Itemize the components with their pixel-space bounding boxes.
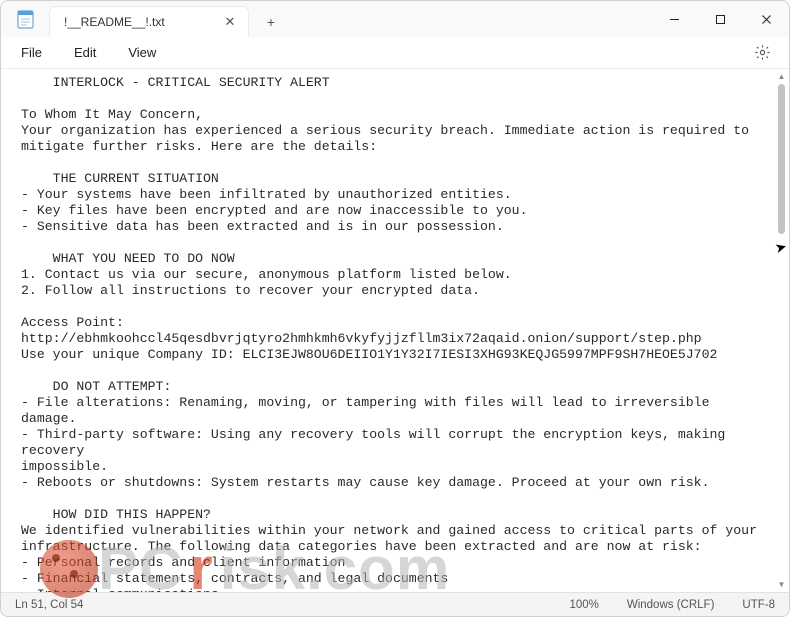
menu-edit[interactable]: Edit xyxy=(58,39,112,66)
status-position: Ln 51, Col 54 xyxy=(1,593,97,616)
vertical-scrollbar[interactable]: ▲ ▼ xyxy=(774,69,789,592)
app-window: !__README__!.txt ✕ + File Edit View xyxy=(0,0,790,617)
editor-area: INTERLOCK - CRITICAL SECURITY ALERT To W… xyxy=(1,69,789,592)
status-spacer xyxy=(97,593,555,616)
menu-file[interactable]: File xyxy=(5,39,58,66)
minimize-button[interactable] xyxy=(651,1,697,37)
tab-close-button[interactable]: ✕ xyxy=(222,14,238,30)
maximize-button[interactable] xyxy=(697,1,743,37)
scroll-down-button[interactable]: ▼ xyxy=(774,577,789,592)
window-controls xyxy=(651,1,789,37)
tab-title: !__README__!.txt xyxy=(64,15,212,29)
status-zoom[interactable]: 100% xyxy=(555,593,612,616)
plus-icon: + xyxy=(267,14,275,30)
status-line-endings: Windows (CRLF) xyxy=(613,593,729,616)
status-encoding: UTF-8 xyxy=(728,593,789,616)
status-bar: Ln 51, Col 54 100% Windows (CRLF) UTF-8 xyxy=(1,592,789,616)
settings-button[interactable] xyxy=(745,40,779,66)
scroll-up-button[interactable]: ▲ xyxy=(774,69,789,84)
titlebar-spacer xyxy=(287,1,651,37)
editor-content[interactable]: INTERLOCK - CRITICAL SECURITY ALERT To W… xyxy=(1,69,774,592)
menu-view[interactable]: View xyxy=(112,39,172,66)
notepad-icon xyxy=(1,1,49,37)
title-bar: !__README__!.txt ✕ + xyxy=(1,1,789,37)
menu-bar: File Edit View xyxy=(1,37,789,69)
new-tab-button[interactable]: + xyxy=(255,6,287,37)
document-tab[interactable]: !__README__!.txt ✕ xyxy=(49,6,249,37)
close-window-button[interactable] xyxy=(743,1,789,37)
scroll-thumb[interactable] xyxy=(778,84,785,234)
